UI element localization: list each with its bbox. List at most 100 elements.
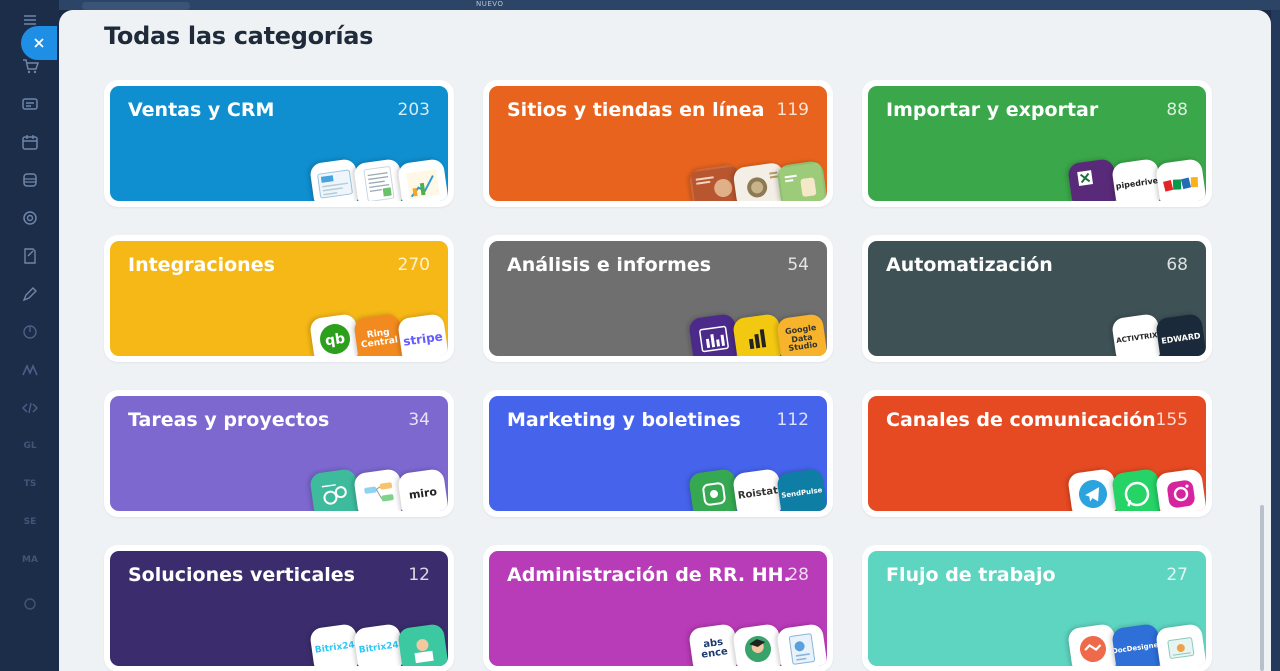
category-card-hr-administration[interactable]: Administración de RR. HH. 28 abs ence: [483, 545, 833, 671]
category-name: Ventas y CRM: [128, 99, 275, 121]
category-banner: Automatización 68 ACTIVTRIX EDWARD: [868, 241, 1206, 356]
category-banner: Flujo de trabajo 27 DocDesigner: [868, 551, 1206, 666]
sidebar-item-se[interactable]: SE: [18, 517, 42, 527]
contact-card-icon[interactable]: [20, 94, 40, 114]
category-banner: Tareas y proyectos 34 miro: [110, 396, 448, 511]
category-card-analytics-reports[interactable]: Análisis e informes 54 Google Data Studi…: [483, 235, 833, 362]
category-banner: Importar y exportar 88 pipedrive: [868, 86, 1206, 201]
category-card-import-export[interactable]: Importar y exportar 88 pipedrive: [862, 80, 1212, 207]
category-count: 119: [776, 100, 809, 120]
top-search-pill[interactable]: [82, 2, 190, 10]
report-icon: [776, 623, 827, 666]
phone-icon: [688, 468, 740, 511]
edward-icon: EDWARD: [1155, 313, 1206, 356]
category-artwork: [687, 145, 827, 201]
quickbooks-icon: qb: [309, 313, 361, 356]
category-name: Administración de RR. HH.: [507, 564, 791, 586]
svg-text:qb: qb: [324, 331, 346, 350]
calendar-icon[interactable]: [20, 132, 40, 152]
category-banner: Soluciones verticales 12 Bitrix24 Bitrix…: [110, 551, 448, 666]
activtrix-icon: ACTIVTRIX: [1111, 313, 1163, 356]
zoho-icon: [1155, 158, 1206, 201]
excel-bitrix-icon: [1067, 158, 1119, 201]
sidebar-item-ts[interactable]: TS: [18, 479, 42, 489]
power-bi-icon: [732, 313, 784, 356]
category-artwork: Roistat SendPulse: [687, 455, 827, 511]
new-badge: NUEVO: [476, 0, 504, 8]
category-count: 28: [787, 565, 809, 585]
graduate-icon: [732, 623, 784, 666]
category-card-automation[interactable]: Automatización 68 ACTIVTRIX EDWARD: [862, 235, 1212, 362]
target-icon[interactable]: [20, 208, 40, 228]
storage-icon[interactable]: [20, 170, 40, 190]
categories-panel: Todas las categorías Ventas y CRM 203 Si…: [59, 10, 1271, 671]
chart-icon[interactable]: [20, 322, 40, 342]
bitrix24-icon: Bitrix24: [309, 623, 361, 666]
category-name: Tareas y proyectos: [128, 409, 330, 431]
page-title: Todas las categorías: [104, 22, 374, 50]
category-count: 270: [397, 255, 430, 275]
form-icon: [309, 158, 361, 201]
miro-icon: miro: [397, 468, 448, 511]
website-preview-icon: [776, 160, 827, 201]
category-name: Soluciones verticales: [128, 564, 355, 586]
category-banner: Sitios y tiendas en línea 119: [489, 86, 827, 201]
close-button[interactable]: [21, 26, 57, 60]
project-management-icon: [309, 468, 361, 511]
category-count: 68: [1166, 255, 1188, 275]
category-artwork: miro: [308, 455, 448, 511]
scrollbar[interactable]: [1260, 505, 1264, 671]
category-card-tasks-projects[interactable]: Tareas y proyectos 34 miro: [104, 390, 454, 517]
category-banner: Integraciones 270 qb Ring Central stripe: [110, 241, 448, 356]
pipedrive-icon: pipedrive: [1111, 158, 1163, 201]
whatsapp-icon: [1111, 468, 1163, 511]
category-count: 88: [1166, 100, 1188, 120]
absence-icon: abs ence: [688, 623, 740, 666]
chart-icon: [397, 158, 448, 201]
category-artwork: [308, 145, 448, 201]
stripe-icon: stripe: [397, 313, 448, 356]
category-card-sales-crm[interactable]: Ventas y CRM 203: [104, 80, 454, 207]
education-icon: [397, 623, 448, 666]
category-card-vertical-solutions[interactable]: Soluciones verticales 12 Bitrix24 Bitrix…: [104, 545, 454, 671]
marketplace-icon[interactable]: [20, 360, 40, 380]
docdesigner-icon: DocDesigner: [1111, 623, 1163, 666]
category-artwork: pipedrive: [1066, 145, 1206, 201]
category-name: Análisis e informes: [507, 254, 712, 276]
sidebar-item-ma[interactable]: MA: [18, 555, 42, 565]
sidebar-item-gl[interactable]: GL: [18, 441, 42, 451]
certificate-icon: [1155, 623, 1206, 666]
category-card-integrations[interactable]: Integraciones 270 qb Ring Central stripe: [104, 235, 454, 362]
code-icon[interactable]: [20, 398, 40, 418]
top-bar: [0, 0, 1280, 10]
analytics-icon: [688, 313, 740, 356]
category-count: 112: [776, 410, 809, 430]
category-banner: Canales de comunicación 155: [868, 396, 1206, 511]
mindmap-icon: [353, 468, 405, 511]
category-banner: Análisis e informes 54 Google Data Studi…: [489, 241, 827, 356]
category-artwork: [1066, 455, 1206, 511]
settings-icon[interactable]: [20, 594, 40, 614]
document-edit-icon[interactable]: [20, 246, 40, 266]
left-sidebar: GL TS SE MA: [0, 0, 59, 671]
category-artwork: Bitrix24 Bitrix24: [308, 610, 448, 666]
category-name: Integraciones: [128, 254, 275, 276]
category-count: 155: [1155, 410, 1188, 430]
category-count: 54: [787, 255, 809, 275]
category-count: 27: [1166, 565, 1188, 585]
category-banner: Ventas y CRM 203: [110, 86, 448, 201]
pen-icon[interactable]: [20, 284, 40, 304]
category-artwork: ACTIVTRIX EDWARD: [1066, 300, 1206, 356]
category-count: 12: [408, 565, 430, 585]
category-banner: Marketing y boletines 112 Roistat SendPu…: [489, 396, 827, 511]
category-name: Automatización: [886, 254, 1053, 276]
close-icon: [34, 38, 44, 48]
sendpulse-icon: SendPulse: [776, 468, 827, 511]
google-data-studio-icon: Google Data Studio: [776, 313, 827, 356]
document-icon: [353, 158, 405, 201]
category-card-workflow[interactable]: Flujo de trabajo 27 DocDesigner: [862, 545, 1212, 671]
category-card-marketing-newsletters[interactable]: Marketing y boletines 112 Roistat SendPu…: [483, 390, 833, 517]
category-artwork: DocDesigner: [1066, 610, 1206, 666]
category-card-websites-stores[interactable]: Sitios y tiendas en línea 119: [483, 80, 833, 207]
category-card-communication-channels[interactable]: Canales de comunicación 155: [862, 390, 1212, 517]
